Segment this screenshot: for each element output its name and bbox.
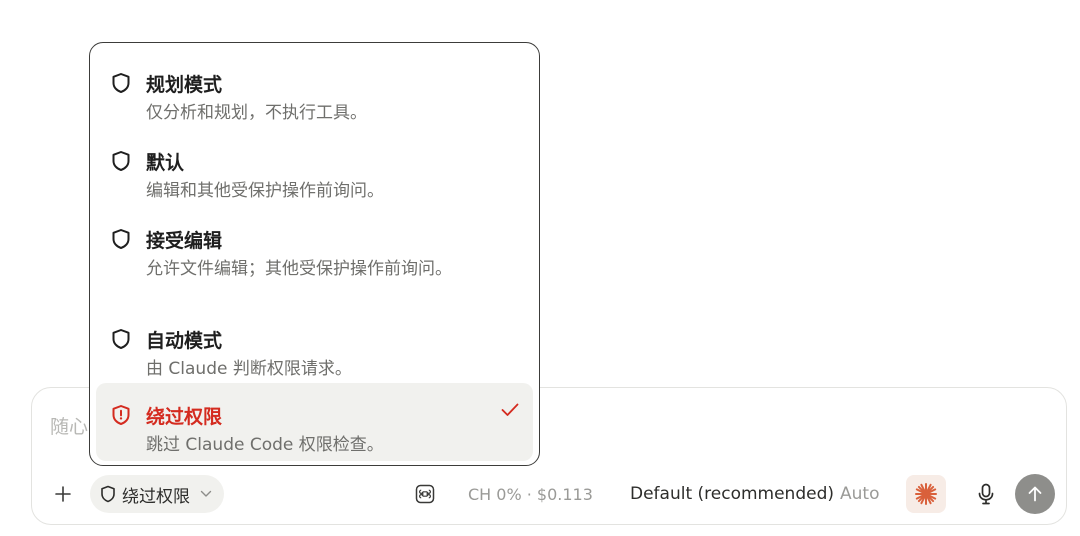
menu-item-description: 允许文件编辑；其他受保护操作前询问。	[146, 259, 452, 279]
menu-item-description: 编辑和其他受保护操作前询问。	[146, 181, 384, 201]
menu-item-title: 自动模式	[146, 330, 223, 352]
model-selector[interactable]: Default (recommended) Auto	[630, 474, 879, 514]
microphone-icon	[978, 483, 994, 505]
voice-input-button[interactable]	[970, 474, 1002, 514]
add-attachment-button[interactable]	[48, 474, 78, 514]
shield-icon	[110, 71, 132, 95]
permission-mode-button[interactable]: 绕过权限	[90, 475, 224, 513]
arrow-up-icon	[1028, 486, 1042, 502]
menu-item-description: 跳过 Claude Code 权限检查。	[146, 435, 384, 455]
menu-item-description: 仅分析和规划，不执行工具。	[146, 103, 367, 123]
shield-icon	[110, 227, 132, 251]
shield-icon	[110, 327, 132, 351]
spark-icon	[915, 483, 937, 505]
usage-cost-readout: CH 0% · $0.113	[468, 484, 593, 504]
plus-icon	[55, 486, 71, 502]
model-effort-label: Auto	[840, 484, 880, 504]
menu-item-bypass-permissions[interactable]: 绕过权限 跳过 Claude Code 权限检查。	[96, 383, 533, 461]
model-label: Default (recommended)	[630, 484, 834, 504]
menu-item-title: 默认	[146, 152, 185, 174]
menu-item-description: 由 Claude 判断权限请求。	[146, 359, 352, 379]
send-button[interactable]	[1015, 474, 1055, 514]
shield-icon	[110, 149, 132, 173]
menu-item-default[interactable]: 默认 编辑和其他受保护操作前询问。	[96, 129, 533, 201]
shield-icon	[101, 485, 115, 503]
permission-mode-menu: 规划模式 仅分析和规划，不执行工具。 默认 编辑和其他受保护操作前询问。 接受编…	[89, 42, 540, 466]
claude-spark-button[interactable]	[906, 475, 946, 513]
chevron-down-icon	[200, 490, 212, 498]
menu-item-title: 接受编辑	[146, 230, 223, 252]
check-icon	[499, 398, 521, 422]
menu-item-plan-mode[interactable]: 规划模式 仅分析和规划，不执行工具。	[96, 51, 533, 123]
menu-item-title: 规划模式	[146, 74, 223, 96]
shield-alert-icon	[110, 403, 132, 427]
composer-toolbar: 绕过权限 CH 0% · $0.113 Default (recommended…	[32, 474, 1066, 514]
composer-input-placeholder[interactable]: 随心	[50, 412, 88, 439]
menu-item-auto-mode[interactable]: 自动模式 由 Claude 判断权限请求。	[96, 307, 533, 379]
menu-item-accept-edits[interactable]: 接受编辑 允许文件编辑；其他受保护操作前询问。	[96, 207, 533, 303]
command-key-icon[interactable]	[412, 474, 438, 514]
menu-item-title: 绕过权限	[146, 406, 223, 428]
permission-mode-label: 绕过权限	[122, 486, 190, 507]
